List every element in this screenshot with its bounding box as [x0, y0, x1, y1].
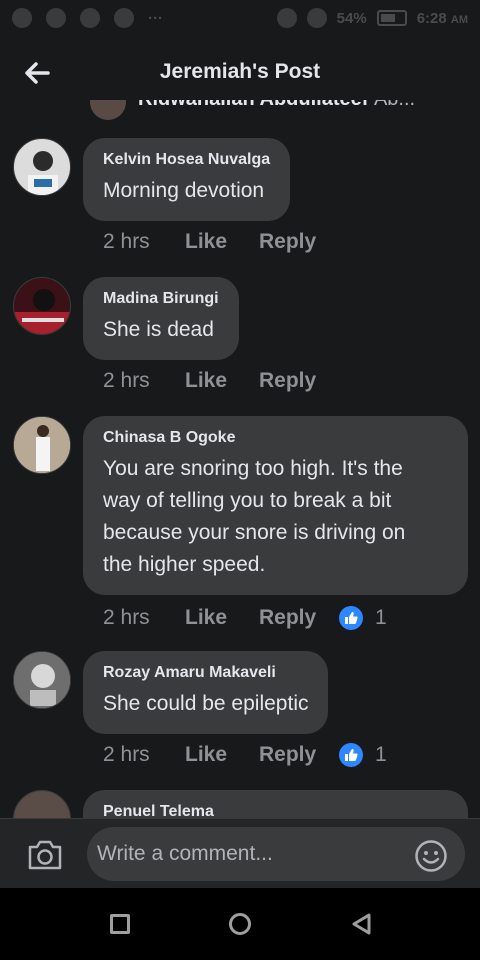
reply-button[interactable]: Reply	[259, 606, 339, 630]
reaction-count-text: 1	[375, 743, 387, 766]
shield-icon	[12, 8, 32, 28]
clock: 6:28 AM	[416, 9, 468, 27]
comment-author[interactable]: Rozay Amaru Makaveli	[103, 664, 308, 682]
person-icon	[114, 8, 134, 28]
signal-icon	[306, 8, 327, 28]
page-title: Jeremiah's Post	[159, 60, 321, 83]
alarm-icon	[276, 8, 297, 28]
comment-author[interactable]: Penuel Telema	[103, 803, 448, 818]
reaction-count[interactable]: 1	[339, 606, 387, 630]
thumbs-up-icon	[339, 606, 363, 630]
comment-bubble[interactable]: Chinasa B Ogoke You are snoring too high…	[83, 416, 468, 595]
battery-icon	[376, 10, 407, 26]
like-button[interactable]: Like	[185, 743, 259, 767]
avatar[interactable]	[13, 416, 71, 474]
back-triangle-icon[interactable]	[350, 912, 372, 936]
system-nav-bar	[0, 888, 480, 960]
emoji-icon[interactable]	[414, 839, 448, 873]
comments-list[interactable]: Ridwanallah Abdullateef Ab... Kelvin Hos…	[0, 100, 480, 818]
people-icon	[80, 8, 100, 28]
comment-composer	[0, 818, 480, 888]
comment-text-line: You are snoring too high. It's the	[103, 457, 403, 480]
comment-time[interactable]: 2 hrs	[103, 743, 185, 767]
avatar[interactable]	[13, 790, 71, 818]
reaction-count-text: 1	[375, 606, 387, 629]
comment-time[interactable]: 2 hrs	[103, 606, 185, 630]
like-button[interactable]: Like	[185, 369, 259, 393]
home-icon[interactable]	[229, 913, 251, 935]
post-header: Jeremiah's Post	[0, 44, 480, 104]
like-button[interactable]: Like	[185, 606, 259, 630]
comment-text-line: the higher speed.	[103, 553, 266, 576]
comment-text: Morning devotion	[103, 179, 265, 202]
battery-percent: 54%	[336, 9, 367, 27]
comment-bubble[interactable]: Penuel Telema	[83, 790, 468, 818]
avatar[interactable]	[90, 100, 126, 120]
comment-bubble[interactable]: Kelvin Hosea Nuvalga Morning devotion	[83, 138, 291, 221]
comment-actions: 2 hrs Like Reply	[103, 369, 339, 393]
comment-text: She could be epileptic	[103, 692, 309, 715]
facebook-icon	[46, 8, 66, 28]
recent-apps-icon[interactable]	[110, 914, 130, 934]
avatar[interactable]	[13, 277, 71, 335]
comment-actions: 2 hrs Like Reply 1	[103, 606, 387, 630]
comment-time[interactable]: 2 hrs	[103, 230, 185, 254]
thumbs-up-icon	[339, 743, 363, 767]
comment-author[interactable]: Kelvin Hosea Nuvalga	[103, 151, 270, 169]
comment-author[interactable]: Chinasa B Ogoke	[103, 429, 448, 447]
status-bar: ··· 54% 6:28 AM	[0, 0, 480, 36]
reply-button[interactable]: Reply	[259, 743, 339, 767]
comment-bubble[interactable]: Madina Birungi She is dead	[83, 277, 239, 360]
comment-actions: 2 hrs Like Reply 1	[103, 743, 387, 767]
like-button[interactable]: Like	[185, 230, 259, 254]
status-icons-left: ···	[12, 8, 163, 28]
avatar[interactable]	[13, 651, 71, 709]
avatar[interactable]	[13, 138, 71, 196]
more-dots-icon: ···	[148, 9, 163, 27]
comment-text-line: way of telling you to break a bit	[103, 489, 392, 512]
status-icons-right: 54% 6:28 AM	[276, 8, 468, 28]
reply-button[interactable]: Reply	[259, 369, 339, 393]
comment-bubble[interactable]: Rozay Amaru Makaveli She could be epilep…	[83, 651, 329, 734]
comment-input[interactable]	[87, 827, 465, 881]
comment-time[interactable]: 2 hrs	[103, 369, 185, 393]
comment-text: She is dead	[103, 318, 214, 341]
reaction-count[interactable]: 1	[339, 743, 387, 767]
comment-text: You are snoring too high. It's the way o…	[103, 453, 448, 581]
reply-button[interactable]: Reply	[259, 230, 339, 254]
comment-author[interactable]: Madina Birungi	[103, 290, 219, 308]
comment-text-line: because your snore is driving on	[103, 521, 406, 544]
cut-off-author: Ridwanallah Abdullateef Ab...	[138, 100, 415, 111]
comment-actions: 2 hrs Like Reply	[103, 230, 339, 254]
camera-icon[interactable]	[27, 839, 63, 871]
